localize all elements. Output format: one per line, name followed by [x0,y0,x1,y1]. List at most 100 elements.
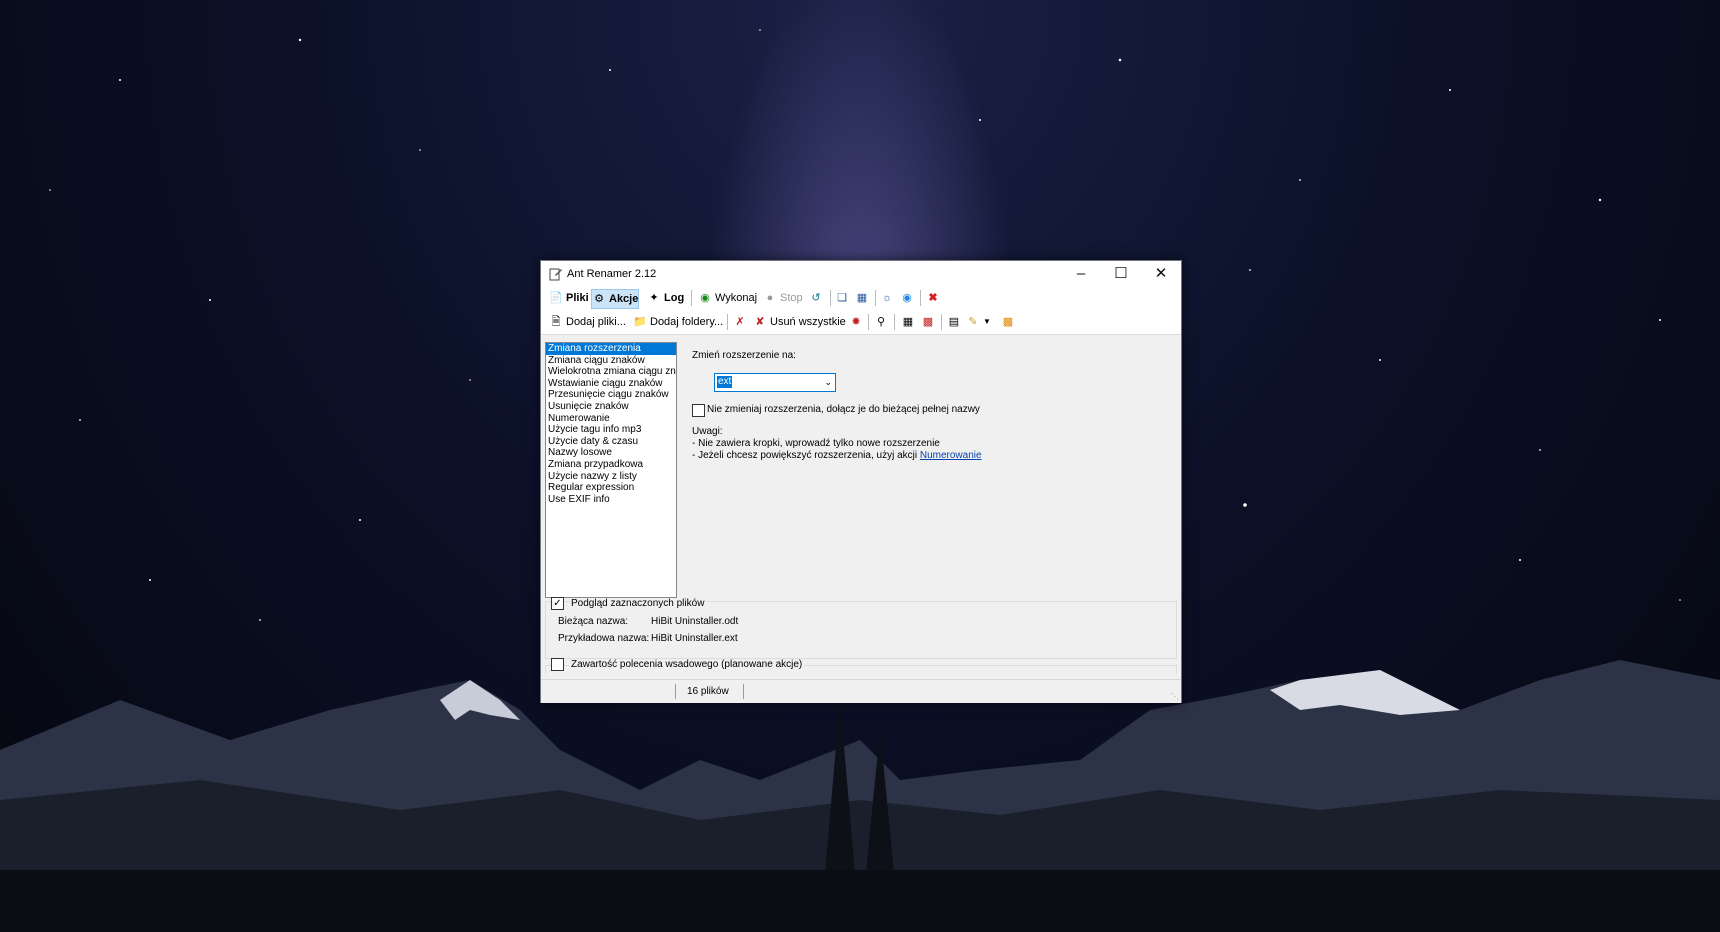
file-count: 16 plików [687,686,729,697]
remove-dead-icon: ✸ [851,316,861,328]
select-all-button[interactable]: ▦ [901,313,915,331]
append-extension-checkbox[interactable] [692,404,705,417]
append-extension-label: Nie zmieniaj rozszerzenia, dołącz je do … [707,404,980,415]
add-folders-label: Dodaj foldery... [650,316,724,328]
undo-button[interactable]: ↺ [809,289,823,307]
list-item[interactable]: Użycie daty & czasu [546,436,676,448]
ant-renamer-window: Ant Renamer 2.12 – ☐ ✕ 📄 Pliki ⚙ Akcje ✦… [540,260,1182,703]
remove-selected-icon: ✗ [735,316,745,328]
undo-icon: ↺ [811,292,821,304]
toolbar-separator [920,290,921,306]
about-button[interactable]: ◉ [900,289,914,307]
minimize-button[interactable]: – [1061,261,1101,287]
chevron-down-icon[interactable]: ⌄ [824,376,832,388]
tab-pliki[interactable]: 📄 Pliki [549,289,588,307]
preview-checkbox-label: Podgląd zaznaczonych plików [569,598,707,609]
list-item[interactable]: Zmiana przypadkowa [546,459,676,471]
remove-dead-button[interactable]: ✸ [849,313,863,331]
tab-akcje[interactable]: ⚙ Akcje [591,289,640,309]
search-button[interactable]: ⚲ [874,313,888,331]
example-name-label: Przykładowa nazwa: [558,633,650,644]
list-item[interactable]: Przesunięcie ciągu znaków [546,389,676,401]
grid-icon: ▦ [902,316,914,328]
add-folders-button[interactable]: 📁 Dodaj foldery... [633,313,723,331]
tab-log-label: Log [664,292,685,304]
list-button[interactable]: ▤ [947,313,961,331]
remove-selected-button[interactable]: ✗ [733,313,747,331]
files-icon: 📄 [549,292,563,304]
exit-x-icon: ✖ [928,292,938,304]
note-2: - Jeżeli chcesz powiększyć rozszerzenia,… [692,450,982,461]
title-bar[interactable]: Ant Renamer 2.12 – ☐ ✕ [541,261,1181,287]
batch-checkbox[interactable] [551,658,564,671]
toolbar-separator [875,290,876,306]
actions-icon: ⚙ [594,293,604,305]
stop-label: Stop [780,292,803,304]
tools-icon: ✎ [968,316,978,328]
resize-grip-icon[interactable]: ⋱ [1171,692,1179,701]
extension-combobox[interactable]: ext ⌄ [714,373,836,392]
add-files-label: Dodaj pliki... [566,316,626,328]
options-button[interactable]: ▦ [855,289,869,307]
remove-all-icon: ✘ [755,316,765,328]
toolbar-separator [868,314,869,330]
numerowanie-link[interactable]: Numerowanie [920,450,982,461]
window-title: Ant Renamer 2.12 [567,268,657,280]
list-item[interactable]: Numerowanie [546,413,676,425]
maximize-button[interactable]: ☐ [1101,261,1141,287]
list-item[interactable]: Wstawianie ciągu znaków [546,378,676,390]
list-item[interactable]: Wielokrotna zmiana ciągu znak [546,366,676,378]
batch-checkbox-label: Zawartość polecenia wsadowego (planowane… [569,659,805,670]
go-icon: ◉ [700,292,710,304]
log-icon: ✦ [649,292,659,304]
extension-label: Zmień rozszerzenie na: [692,350,796,361]
list-item[interactable]: Use EXIF info [546,494,676,506]
windows-icon: ❏ [837,292,847,304]
actions-list[interactable]: Zmiana rozszerzenia Zmiana ciągu znaków Wi… [545,342,677,598]
note-2-text: - Jeżeli chcesz powiększyć rozszerzenia,… [692,450,920,461]
options-icon: ▦ [856,292,868,304]
tab-log[interactable]: ✦ Log [647,289,684,307]
toolbar-separator [941,314,942,330]
help-bubble-icon: ☼ [881,292,893,304]
main-toolbar: 📄 Pliki ⚙ Akcje ✦ Log ◉ Wykonaj ● Stop ↺… [541,287,1181,309]
list-item[interactable]: Usunięcie znaków [546,401,676,413]
status-bar: 16 plików ⋱ [541,679,1181,703]
list-item[interactable]: Zmiana ciągu znaków [546,355,676,367]
add-files-button[interactable]: 🗎 Dodaj pliki... [549,313,626,331]
app-icon [549,267,563,281]
list-item[interactable]: Użycie tagu info mp3 [546,424,676,436]
toolbar-separator [727,314,728,330]
help-button[interactable]: ☼ [880,289,894,307]
save-button[interactable]: ▩ [1001,313,1015,331]
execute-label: Wykonaj [715,292,758,304]
dropdown-arrow-icon: ▼ [983,317,991,326]
window-list-button[interactable]: ❏ [835,289,849,307]
list-item[interactable]: Użycie nazwy z listy [546,471,676,483]
notes-title: Uwagi: [692,426,723,437]
status-separator [675,684,676,699]
remove-all-label: Usuń wszystkie [770,316,846,328]
note-1: - Nie zawiera kropki, wprowadź tylko now… [692,438,940,449]
stop-button[interactable]: ● Stop [763,289,803,307]
stop-icon: ● [766,292,774,304]
tools-dropdown[interactable]: ✎ ▼ [966,313,991,331]
toolbar-separator [691,290,692,306]
remove-all-button[interactable]: ✘ Usuń wszystkie [753,313,846,331]
save-icon: ▩ [1002,316,1014,328]
current-name-label: Bieżąca nazwa: [558,616,629,627]
list-item[interactable]: Zmiana rozszerzenia [546,343,676,355]
deselect-button[interactable]: ▩ [921,313,935,331]
exit-button[interactable]: ✖ [926,289,940,307]
toolbar-separator [830,290,831,306]
list-item[interactable]: Regular expression [546,482,676,494]
magnifier-icon: ⚲ [876,316,886,328]
preview-checkbox[interactable]: ✓ [551,597,564,610]
close-button[interactable]: ✕ [1141,261,1181,287]
add-folder-icon: 📁 [633,316,647,328]
preview-group [545,601,1177,659]
execute-button[interactable]: ◉ Wykonaj [698,289,757,307]
toolbar-separator [894,314,895,330]
list-item[interactable]: Nazwy losowe [546,447,676,459]
files-toolbar: 🗎 Dodaj pliki... 📁 Dodaj foldery... ✗ ✘ … [541,309,1181,335]
